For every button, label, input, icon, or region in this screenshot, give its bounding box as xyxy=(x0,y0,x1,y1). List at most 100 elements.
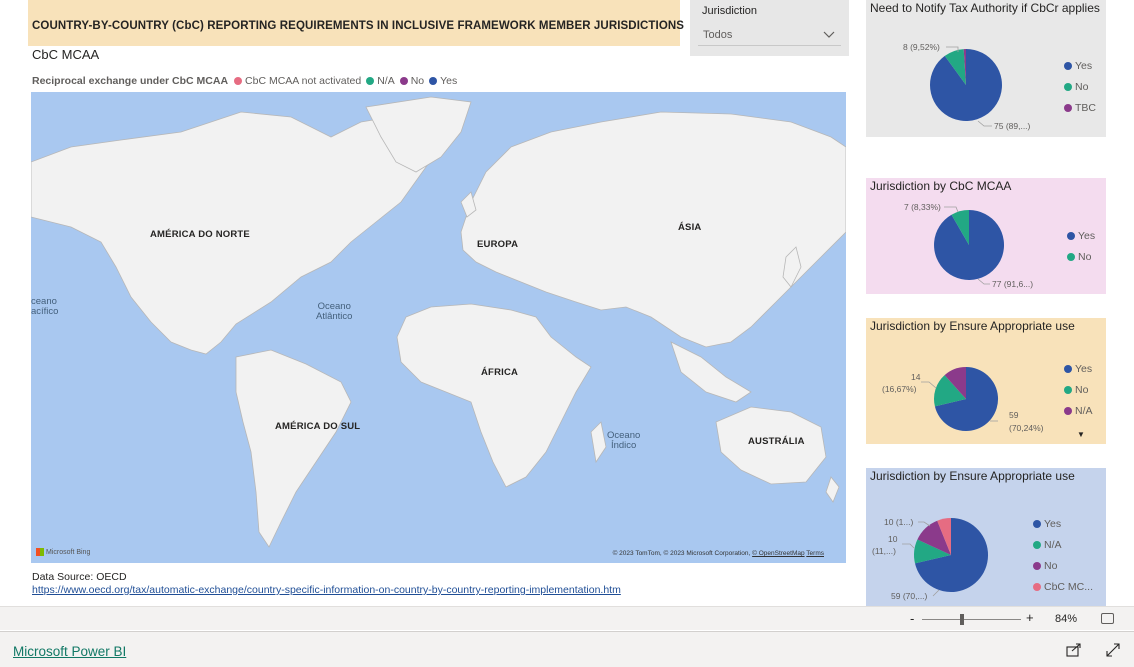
legend-item-yes[interactable]: Yes xyxy=(429,75,457,87)
legend-item-na[interactable]: N/A xyxy=(366,75,395,87)
legend-dot xyxy=(1033,519,1041,528)
pie-legend-item[interactable]: No xyxy=(1033,555,1093,576)
microsoft-logo-icon xyxy=(36,548,44,556)
legend-dot xyxy=(1067,252,1075,261)
legend-dot xyxy=(1064,103,1072,112)
chevron-down-icon xyxy=(823,31,835,38)
label-north-america: AMÉRICA DO NORTE xyxy=(150,229,250,240)
map-legend: Reciprocal exchange under CbC MCAA CbC M… xyxy=(32,75,462,87)
pie-legend: Yes No TBC xyxy=(1064,55,1096,118)
pie-annotation: (70,24%) xyxy=(1009,423,1044,433)
pie-legend-item[interactable]: No xyxy=(1064,379,1093,400)
label-south-america: AMÉRICA DO SUL xyxy=(275,421,361,432)
pie-legend: Yes No xyxy=(1067,225,1095,267)
legend-scroll-down-icon[interactable]: ▼ xyxy=(1077,430,1085,439)
card-ensure-appropriate-use-1: Jurisdiction by Ensure Appropriate use 1… xyxy=(866,318,1106,444)
bing-logo: Microsoft Bing xyxy=(36,548,90,556)
legend-dot xyxy=(1033,582,1041,591)
map-landmasses xyxy=(31,96,846,548)
leader-line xyxy=(918,521,931,527)
fullscreen-icon[interactable] xyxy=(1106,643,1120,657)
jurisdiction-slicer: Jurisdiction Todos xyxy=(690,0,849,56)
leader-line xyxy=(977,278,990,285)
pie-legend-item[interactable]: Yes xyxy=(1067,225,1095,246)
terms-link[interactable]: Terms xyxy=(806,550,824,557)
pie-annotation: 59 xyxy=(1009,410,1019,420)
south-america-landmass xyxy=(235,349,352,548)
share-icon[interactable] xyxy=(1066,643,1082,657)
pie-legend-item[interactable]: No xyxy=(1064,76,1096,97)
new-zealand-landmass xyxy=(825,476,840,503)
report-title: COUNTRY-BY-COUNTRY (CbC) REPORTING REQUI… xyxy=(32,20,685,32)
legend-dot xyxy=(1064,61,1072,70)
openstreetmap-link[interactable]: © OpenStreetMap xyxy=(752,550,804,557)
map-attribution: © 2023 TomTom, © 2023 Microsoft Corporat… xyxy=(613,550,824,557)
label-asia: ÁSIA xyxy=(678,222,702,233)
pie-legend: Yes No N/A xyxy=(1064,358,1093,421)
legend-dot xyxy=(1064,82,1072,91)
pie-annotation: 59 (70,...) xyxy=(891,591,928,601)
zoom-level: 84% xyxy=(1055,613,1078,625)
label-atlantic-ocean: Oceano Atlântico xyxy=(316,301,353,322)
label-europe: EUROPA xyxy=(477,239,519,250)
legend-dot xyxy=(1067,231,1075,240)
report-title-banner: COUNTRY-BY-COUNTRY (CbC) REPORTING REQUI… xyxy=(28,0,684,46)
slicer-selected-value: Todos xyxy=(703,29,733,41)
footer-bar: Microsoft Power BI xyxy=(0,631,1134,667)
zoom-toolbar: - + 84% xyxy=(0,606,1134,630)
legend-dot xyxy=(1033,561,1041,570)
pie-annotation: 14 xyxy=(911,372,921,382)
pie-legend-item[interactable]: TBC xyxy=(1064,97,1096,118)
pie-legend-item[interactable]: N/A xyxy=(1064,400,1093,421)
pie-annotation: 7 (8,33%) xyxy=(904,202,941,212)
zoom-out-button[interactable]: - xyxy=(910,611,914,626)
leader-line xyxy=(921,381,937,389)
africa-landmass xyxy=(396,303,592,488)
pie-legend-item[interactable]: Yes xyxy=(1064,55,1096,76)
legend-dot xyxy=(1064,385,1072,394)
label-pacific-ocean: ceano acífico xyxy=(31,296,59,317)
report-canvas: COUNTRY-BY-COUNTRY (CbC) REPORTING REQUI… xyxy=(0,0,1134,606)
leader-line xyxy=(977,120,992,127)
pie-legend-item[interactable]: CbC MC... xyxy=(1033,576,1093,597)
pie-annotation: 10 (1...) xyxy=(884,517,914,527)
leader-line xyxy=(932,589,940,597)
card-cbc-mcaa: Jurisdiction by CbC MCAA 7 (8,33%) 77 (9… xyxy=(866,178,1106,294)
legend-title: Reciprocal exchange under CbC MCAA xyxy=(32,75,229,87)
zoom-slider-thumb[interactable] xyxy=(959,614,964,625)
data-source-link[interactable]: https://www.oecd.org/tax/automatic-excha… xyxy=(32,584,621,596)
zoom-in-button[interactable]: + xyxy=(1026,610,1034,625)
pie-legend-item[interactable]: Yes xyxy=(1064,358,1093,379)
southeast-asia-landmass xyxy=(670,341,752,403)
power-bi-link[interactable]: Microsoft Power BI xyxy=(13,644,126,659)
pie-legend-item[interactable]: No xyxy=(1067,246,1095,267)
attribution-text: © 2023 TomTom, © 2023 Microsoft Corporat… xyxy=(612,550,753,557)
madagascar-landmass xyxy=(590,421,607,464)
fit-to-page-icon[interactable] xyxy=(1101,613,1114,624)
pie-legend-item[interactable]: N/A xyxy=(1033,534,1093,555)
pie-slice-yes xyxy=(934,210,1005,280)
leader-line xyxy=(902,543,915,549)
legend-item-no[interactable]: No xyxy=(399,75,424,87)
pie-annotation: 77 (91,6...) xyxy=(992,279,1034,289)
label-indian-ocean: Oceano Índico xyxy=(607,430,641,451)
legend-item-not-activated[interactable]: CbC MCAA not activated xyxy=(234,75,361,87)
label-africa: ÁFRICA xyxy=(481,367,519,378)
legend-dot xyxy=(399,77,408,85)
pie-legend-item[interactable]: Yes xyxy=(1033,513,1093,534)
leader-line xyxy=(944,206,959,213)
pie-annotation: 10 xyxy=(888,534,898,544)
zoom-slider-track[interactable] xyxy=(922,619,1021,620)
world-map[interactable]: AMÉRICA DO NORTE EUROPA ÁSIA ÁFRICA AMÉR… xyxy=(31,92,846,563)
legend-dot xyxy=(234,77,243,85)
legend-dot xyxy=(366,77,375,85)
pie-annotation: 8 (9,52%) xyxy=(903,42,940,52)
pie-annotation: (16,67%) xyxy=(882,384,917,394)
slicer-label: Jurisdiction xyxy=(702,5,758,17)
card-ensure-appropriate-use-2: Jurisdiction by Ensure Appropriate use 1… xyxy=(866,468,1106,606)
jurisdiction-dropdown[interactable]: Todos xyxy=(698,24,841,46)
legend-dot xyxy=(1064,364,1072,373)
label-australia: AUSTRÁLIA xyxy=(748,436,805,447)
pie-legend: Yes N/A No CbC MC... xyxy=(1033,513,1093,597)
legend-dot xyxy=(1033,540,1041,549)
